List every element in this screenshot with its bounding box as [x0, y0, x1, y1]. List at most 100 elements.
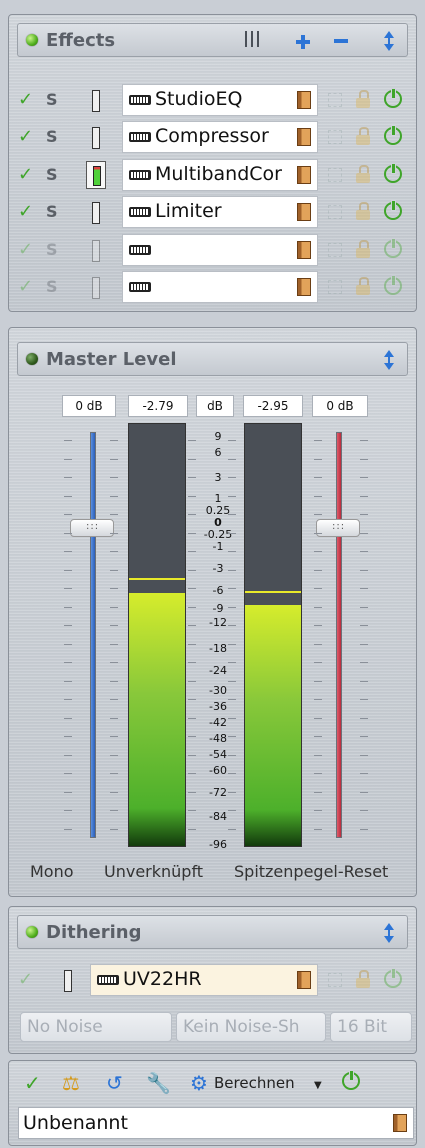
power-icon[interactable] — [384, 238, 402, 258]
power-icon[interactable] — [384, 163, 402, 183]
gear-icon[interactable]: ⚙ — [190, 1071, 208, 1095]
solo-button[interactable]: S — [46, 202, 58, 221]
book-icon[interactable] — [297, 91, 311, 109]
bit-depth-select[interactable]: 16 Bit — [330, 1012, 412, 1042]
lock-icon[interactable] — [356, 240, 370, 258]
check-icon[interactable]: ✓ — [18, 969, 33, 990]
power-icon[interactable] — [384, 275, 402, 295]
book-icon[interactable] — [393, 1114, 407, 1132]
lock-icon[interactable] — [356, 127, 370, 145]
scale-tick — [188, 551, 196, 552]
power-icon[interactable] — [384, 968, 402, 988]
book-icon[interactable] — [297, 278, 311, 296]
right-level-meter[interactable] — [244, 423, 302, 847]
left-peak-value[interactable]: -2.79 — [128, 395, 188, 417]
lock-icon[interactable] — [356, 202, 370, 220]
scale-tick — [314, 570, 322, 571]
scale-tick — [188, 625, 196, 626]
check-icon[interactable]: ✓ — [18, 239, 33, 260]
check-icon[interactable]: ✓ — [18, 201, 33, 222]
square-icon[interactable] — [328, 93, 342, 107]
left-fader-track[interactable] — [90, 432, 96, 838]
square-icon[interactable] — [328, 130, 342, 144]
square-icon[interactable] — [328, 280, 342, 294]
power-icon[interactable] — [384, 125, 402, 145]
meter-icon — [64, 970, 72, 992]
check-icon[interactable]: ✓ — [24, 1071, 41, 1095]
power-icon[interactable] — [342, 1070, 360, 1090]
lock-icon[interactable] — [356, 970, 370, 988]
dithering-header: Dithering — [17, 915, 408, 949]
square-icon[interactable] — [328, 973, 342, 987]
balance-icon[interactable]: ⚖ — [62, 1071, 80, 1095]
scale-tick — [360, 810, 368, 811]
scale-label: -6 — [212, 584, 224, 597]
book-icon[interactable] — [297, 203, 311, 221]
solo-button[interactable]: S — [46, 240, 58, 259]
effect-slot[interactable] — [122, 234, 318, 266]
book-icon[interactable] — [297, 241, 311, 259]
solo-button[interactable]: S — [46, 127, 58, 146]
master-header: Master Level — [17, 342, 408, 376]
up-down-arrow-icon[interactable] — [383, 350, 395, 370]
effect-slot[interactable]: MultibandCor — [122, 159, 318, 191]
square-icon[interactable] — [328, 205, 342, 219]
undo-icon[interactable]: ↺ — [106, 1071, 123, 1095]
lock-icon[interactable] — [356, 165, 370, 183]
up-down-arrow-icon[interactable] — [383, 31, 395, 51]
dithering-plugin-slot[interactable]: UV22HR — [90, 964, 318, 996]
up-down-arrow-icon[interactable] — [383, 923, 395, 943]
book-icon[interactable] — [297, 166, 311, 184]
wrench-icon[interactable]: 🔧 — [146, 1071, 171, 1095]
right-fader-handle[interactable] — [316, 519, 360, 537]
scale-tick — [228, 810, 236, 811]
left-fader-handle[interactable] — [70, 519, 114, 537]
power-icon[interactable] — [384, 88, 402, 108]
noise-select[interactable]: No Noise — [20, 1012, 172, 1042]
check-icon[interactable]: ✓ — [18, 276, 33, 297]
preset-field[interactable]: Unbenannt — [18, 1107, 414, 1139]
effects-power-led-icon[interactable] — [26, 34, 38, 46]
book-icon[interactable] — [297, 128, 311, 146]
right-fader-value[interactable]: 0 dB — [312, 395, 368, 417]
effect-slot[interactable]: StudioEQ — [122, 84, 318, 116]
right-fader-track[interactable] — [336, 432, 342, 838]
effect-slot[interactable]: Limiter — [122, 196, 318, 228]
scale-tick — [188, 699, 196, 700]
mono-button[interactable]: Mono — [30, 862, 74, 881]
effect-slot[interactable]: Compressor — [122, 121, 318, 153]
scale-tick — [64, 477, 72, 478]
scale-tick — [228, 718, 236, 719]
square-icon[interactable] — [328, 243, 342, 257]
plus-icon[interactable] — [296, 34, 310, 49]
peak-reset-button[interactable]: Spitzenpegel-Reset — [234, 862, 388, 881]
scale-tick — [314, 588, 322, 589]
render-button[interactable]: Berechnen — [214, 1074, 295, 1092]
solo-button[interactable]: S — [46, 277, 58, 296]
check-icon[interactable]: ✓ — [18, 89, 33, 110]
solo-button[interactable]: S — [46, 165, 58, 184]
scale-tick — [314, 792, 322, 793]
noise-shaping-select[interactable]: Kein Noise-Sh — [176, 1012, 326, 1042]
minus-icon[interactable] — [334, 39, 348, 43]
columns-icon[interactable] — [244, 30, 260, 48]
scale-tick — [228, 681, 236, 682]
lock-icon[interactable] — [356, 90, 370, 108]
left-fader-value[interactable]: 0 dB — [62, 395, 116, 417]
plugin-icon — [97, 975, 119, 985]
lock-icon[interactable] — [356, 277, 370, 295]
dithering-led-icon[interactable] — [26, 926, 38, 938]
scale-tick — [314, 440, 322, 441]
effect-slot[interactable] — [122, 271, 318, 303]
solo-button[interactable]: S — [46, 90, 58, 109]
link-button[interactable]: Unverknüpft — [104, 862, 203, 881]
chevron-down-icon[interactable]: ▼ — [314, 1080, 322, 1091]
power-icon[interactable] — [384, 200, 402, 220]
left-level-meter[interactable] — [128, 423, 186, 847]
right-peak-value[interactable]: -2.95 — [243, 395, 303, 417]
book-icon[interactable] — [297, 971, 311, 989]
master-led-icon[interactable] — [26, 353, 38, 365]
check-icon[interactable]: ✓ — [18, 164, 33, 185]
check-icon[interactable]: ✓ — [18, 126, 33, 147]
square-icon[interactable] — [328, 168, 342, 182]
